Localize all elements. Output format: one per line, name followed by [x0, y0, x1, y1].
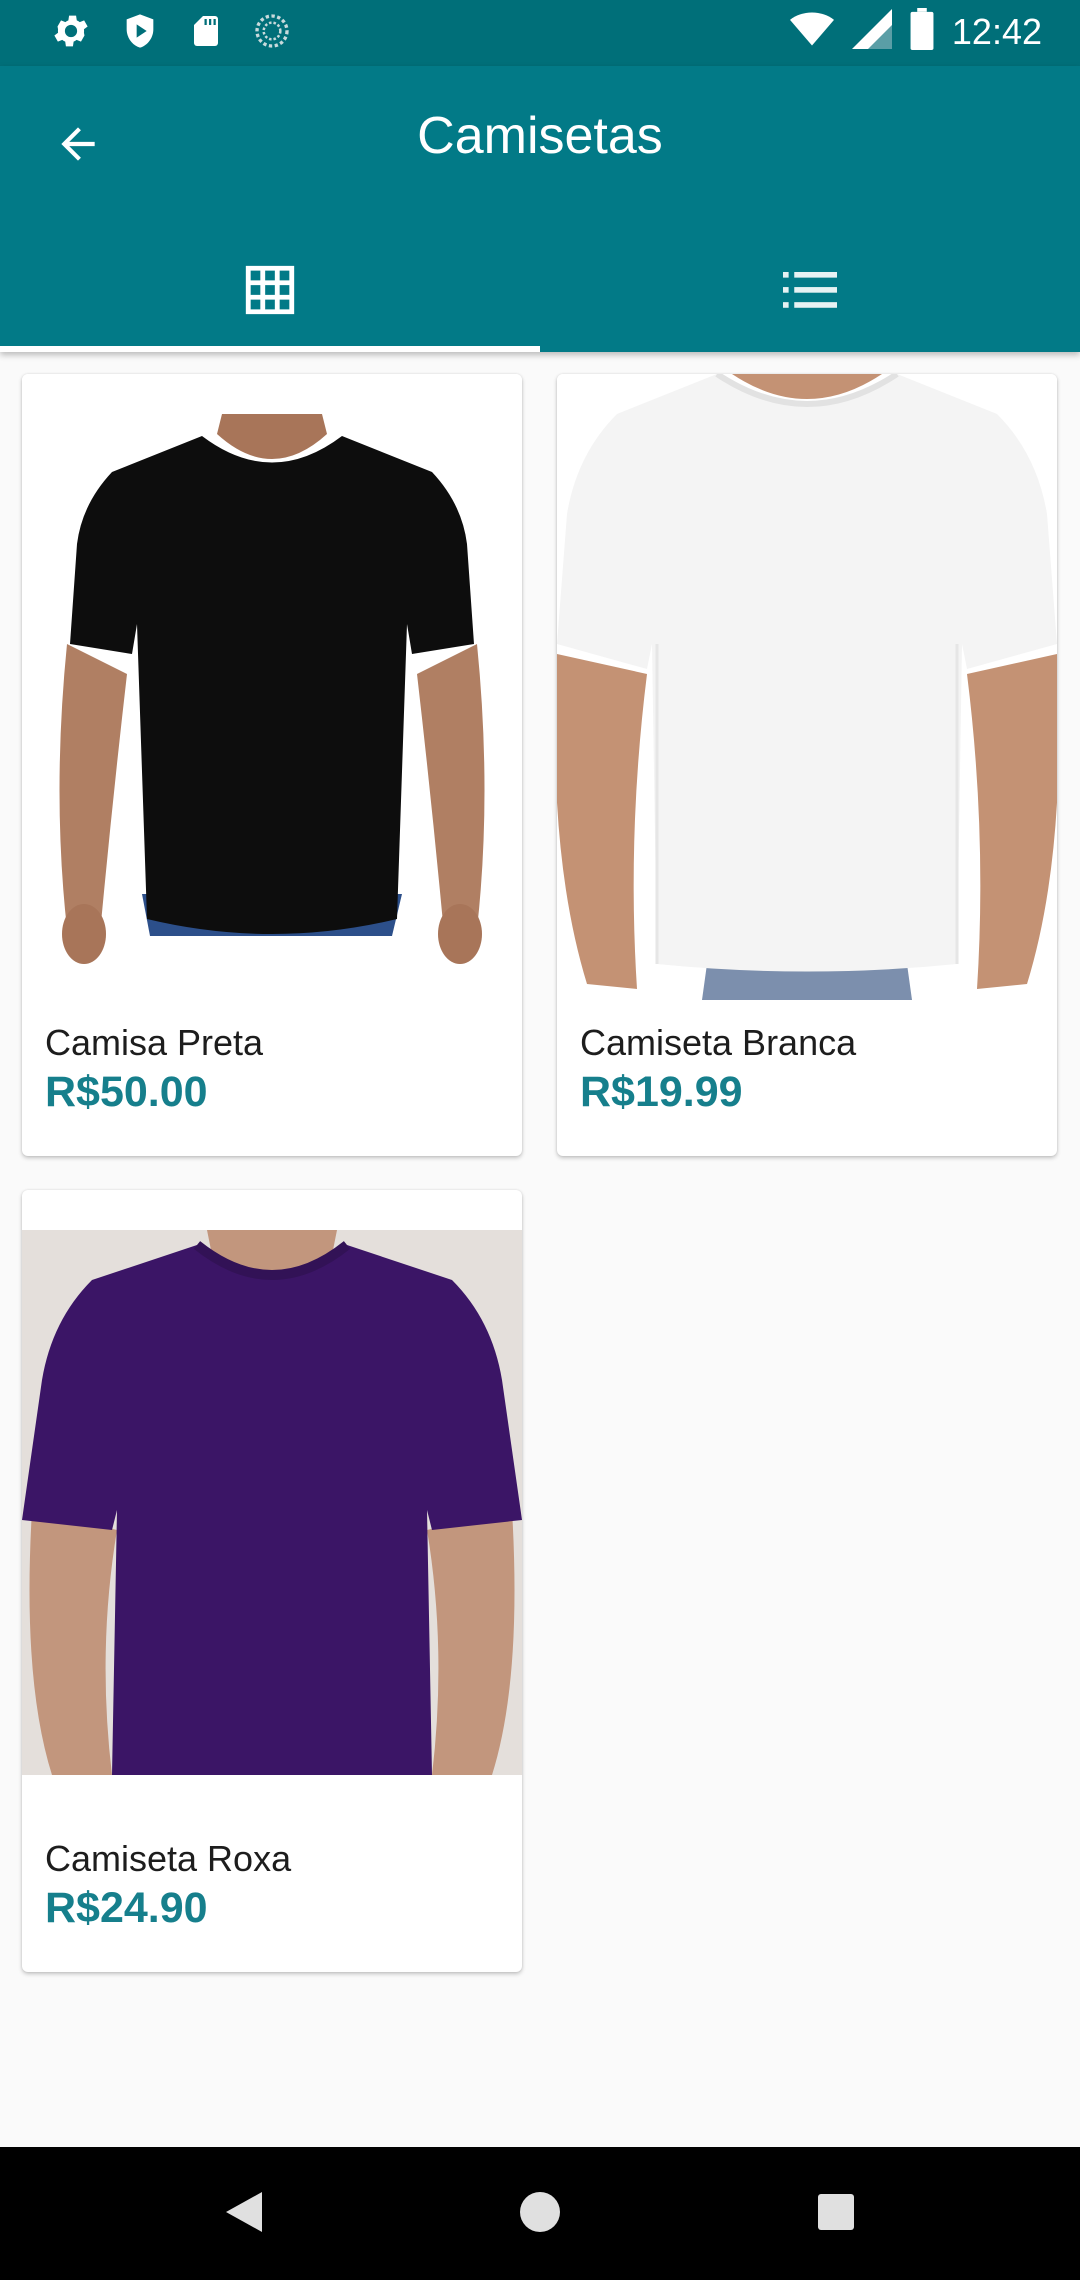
arrow-back-icon [53, 119, 103, 174]
page-title: Camisetas [417, 107, 663, 165]
product-card[interactable]: Camiseta Branca R$19.99 [557, 374, 1057, 1156]
back-button[interactable] [40, 108, 116, 184]
status-time: 12:42 [951, 10, 1042, 52]
sync-icon [252, 11, 292, 56]
gear-icon [50, 10, 92, 57]
sd-card-icon [188, 10, 224, 57]
signal-icon [851, 9, 892, 54]
wifi-icon [789, 9, 834, 54]
product-name: Camisa Preta [45, 1022, 264, 1063]
tab-grid-view[interactable] [0, 232, 540, 352]
nav-home-icon [520, 2191, 560, 2237]
product-image [22, 374, 522, 1014]
product-image [557, 374, 1057, 1000]
battery-icon [910, 8, 934, 55]
tab-indicator [0, 346, 540, 352]
app-bar: Camisetas [0, 66, 1080, 352]
nav-back-icon [226, 2191, 262, 2237]
product-price: R$19.99 [580, 1068, 743, 1116]
nav-recents-icon [818, 2193, 854, 2235]
product-image [22, 1230, 522, 1775]
shirt-shape [70, 436, 474, 934]
system-nav-bar [0, 2147, 1080, 2280]
tab-list-view[interactable] [540, 232, 1080, 352]
status-icons-left [50, 10, 292, 57]
product-card[interactable]: Camisa Preta R$50.00 [22, 374, 522, 1156]
list-icon [782, 271, 838, 313]
nav-home-button[interactable] [500, 2179, 580, 2249]
product-price: R$50.00 [45, 1068, 208, 1116]
shield-play-icon [120, 10, 160, 57]
product-card[interactable]: Camiseta Roxa R$24.90 [22, 1190, 522, 1972]
nav-recents-button[interactable] [796, 2179, 876, 2249]
product-name: Camiseta Roxa [45, 1838, 292, 1879]
nav-back-button[interactable] [204, 2179, 284, 2249]
status-bar: 12:42 [0, 0, 1080, 66]
status-icons-right: 12:42 [789, 8, 1042, 55]
grid-icon [241, 261, 299, 324]
product-name: Camiseta Branca [580, 1022, 857, 1063]
product-price: R$24.90 [45, 1884, 208, 1932]
